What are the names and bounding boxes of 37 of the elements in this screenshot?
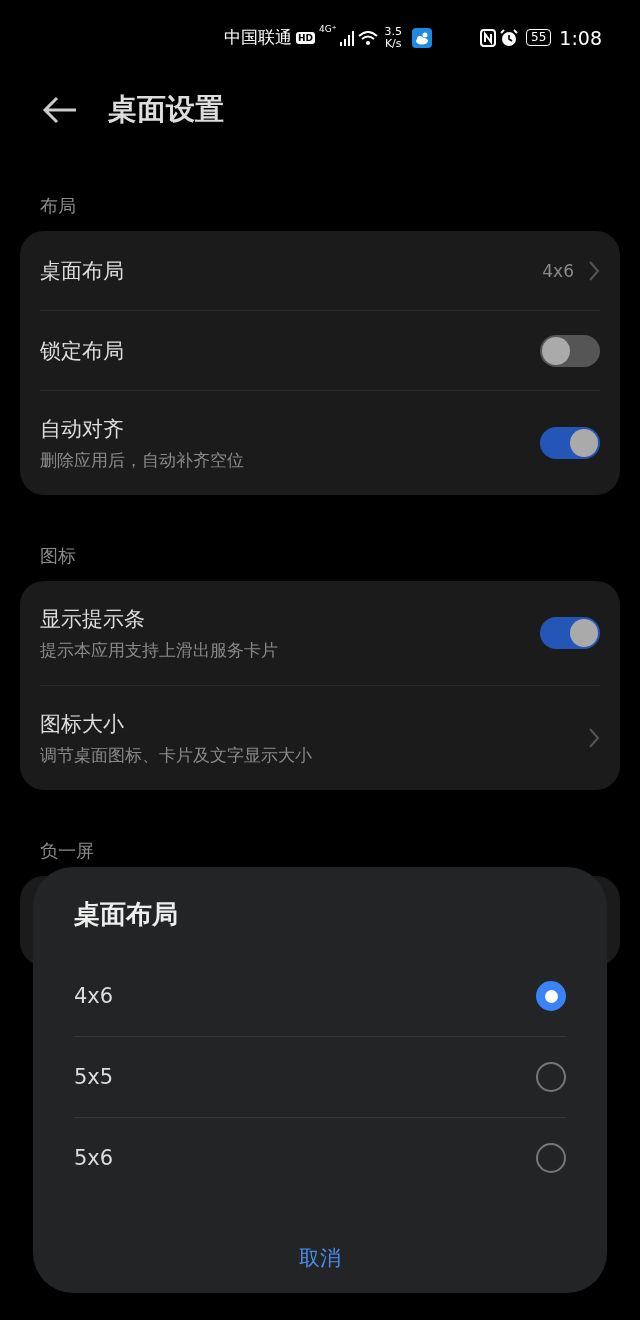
wifi-icon — [358, 29, 379, 46]
speed-unit: K/s — [384, 37, 402, 50]
setting-value: 4x6 — [542, 260, 574, 281]
carrier-name: 中国联通 — [224, 26, 292, 49]
alarm-icon — [500, 28, 519, 47]
setting-label: 自动对齐 — [40, 415, 125, 443]
signal-icon — [340, 29, 355, 46]
setting-label: 桌面布局 — [40, 257, 125, 285]
radio-button[interactable] — [536, 1143, 566, 1173]
toggle-switch[interactable] — [540, 334, 600, 367]
clock-time: 1:08 — [559, 26, 602, 49]
option-label: 4x6 — [74, 984, 114, 1008]
cancel-button[interactable]: 取消 — [279, 1234, 361, 1282]
page-title: 桌面设置 — [108, 91, 224, 128]
setting-description: 提示本应用支持上滑出服务卡片 — [40, 638, 279, 662]
setting-label: 图标大小 — [40, 710, 125, 738]
radio-button[interactable] — [536, 1062, 566, 1092]
dialog-title: 桌面布局 — [74, 898, 179, 931]
speed-value: 3.5 — [384, 25, 402, 38]
weather-app-icon — [411, 27, 432, 48]
network-type: 4G⁺ — [319, 24, 337, 34]
battery-indicator: 55 — [526, 29, 552, 46]
setting-label: 锁定布局 — [40, 337, 125, 365]
section-heading: 负一屏 — [39, 839, 95, 863]
option-label: 5x6 — [74, 1146, 114, 1170]
nfc-icon — [480, 28, 497, 47]
hd-badge: HD — [296, 31, 315, 44]
radio-button[interactable] — [536, 981, 566, 1011]
section-heading: 图标 — [39, 544, 77, 568]
toggle-switch[interactable] — [540, 427, 600, 459]
setting-label: 显示提示条 — [40, 605, 146, 633]
section-heading: 布局 — [39, 194, 77, 218]
back-arrow-icon[interactable] — [42, 95, 78, 125]
option-label: 5x5 — [74, 1065, 114, 1089]
toggle-switch[interactable] — [540, 617, 600, 649]
setting-description: 删除应用后，自动补齐空位 — [40, 448, 245, 472]
setting-description: 调节桌面图标、卡片及文字显示大小 — [40, 743, 313, 767]
